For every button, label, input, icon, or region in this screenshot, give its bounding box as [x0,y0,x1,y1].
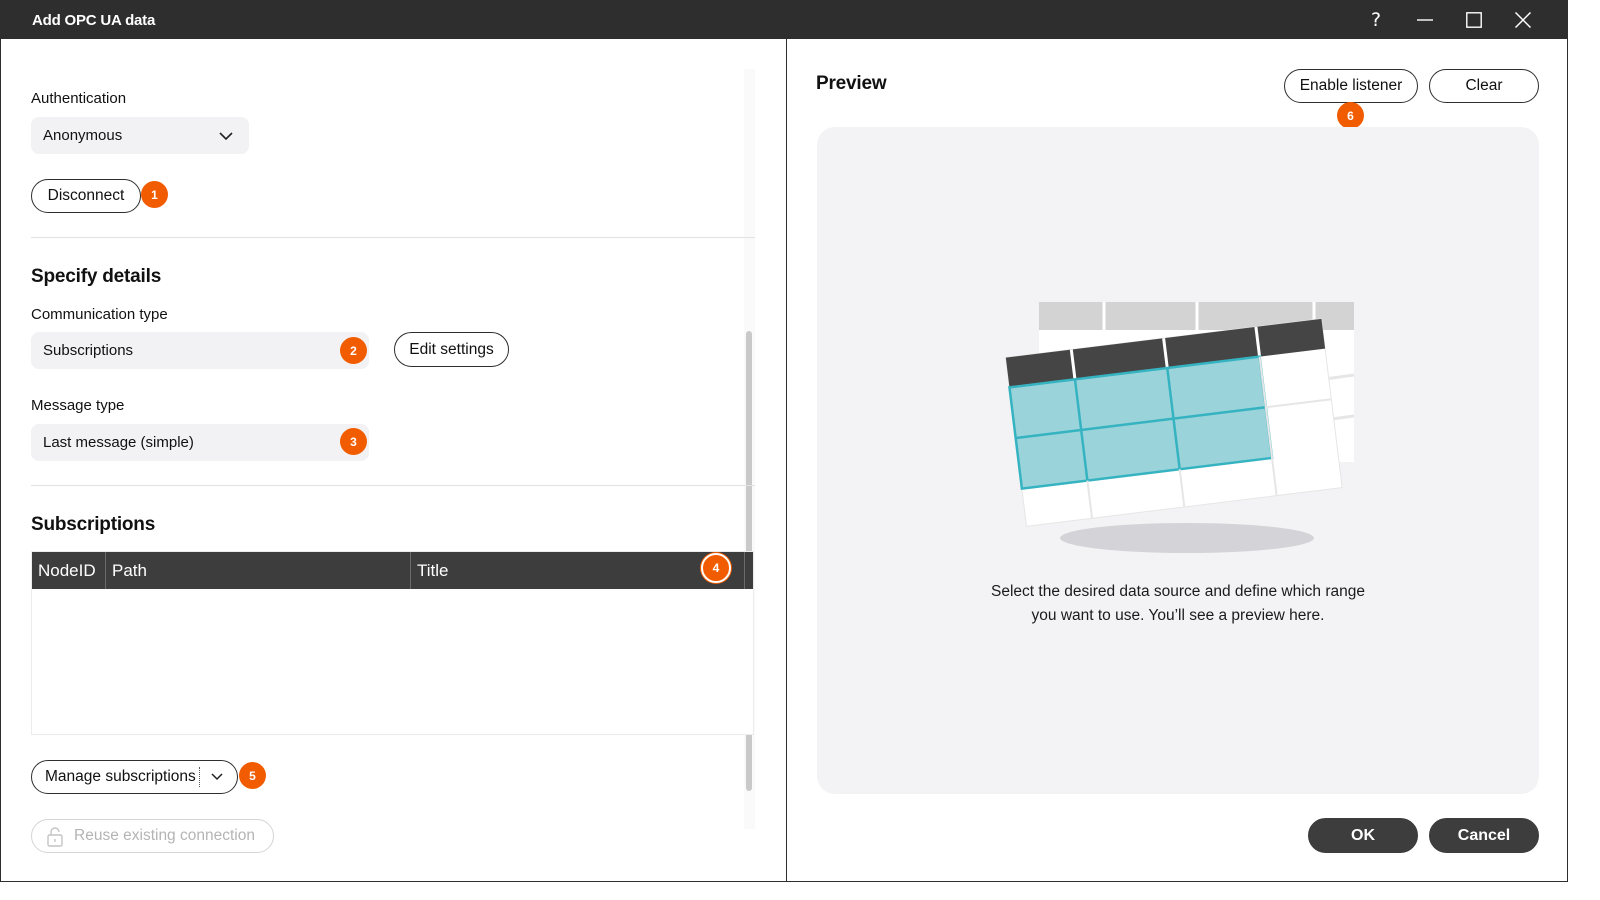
table-illustration [1005,302,1355,553]
manage-subscriptions-label: Manage subscriptions [45,768,196,785]
badge-number: 4 [712,561,720,575]
disconnect-button[interactable]: Disconnect [31,179,141,213]
preview-area: Select the desired data source and defin… [817,127,1539,794]
communication-type-select[interactable]: Subscriptions [31,332,369,369]
reuse-connection-label: Reuse existing connection [74,827,255,844]
cancel-label: Cancel [1457,826,1511,844]
preview-hint-line-2: you want to use. You’ll see a preview he… [1031,607,1325,624]
authentication-label: Authentication [31,90,127,107]
authentication-value: Anonymous [43,127,123,144]
preview-pane: Preview Enable listener 6 Clear Select t… [786,39,1568,882]
title-bar: Add OPC UA data ? [1,1,1567,39]
preview-heading: Preview [816,73,887,94]
chevron-down-icon[interactable] [211,773,223,781]
clear-label: Clear [1465,77,1503,94]
settings-pane: Authentication Anonymous Disconnect 1 Sp… [1,39,785,882]
minimize-button[interactable] [1401,1,1449,39]
section-divider [31,237,755,238]
close-icon [1515,12,1531,28]
callout-badge-6: 6 [1337,102,1364,129]
subscriptions-table: NodeID Path Title [31,551,754,735]
preview-hint-line-1: Select the desired data source and defin… [991,583,1365,600]
maximize-button[interactable] [1450,1,1498,39]
cancel-button[interactable]: Cancel [1429,818,1539,853]
communication-type-label: Communication type [31,306,168,323]
callout-badge-1: 1 [141,181,168,208]
window-title: Add OPC UA data [32,12,156,29]
ok-button[interactable]: OK [1308,818,1418,853]
edit-settings-button[interactable]: Edit settings [394,332,509,367]
split-divider [199,767,200,787]
callout-badge-2: 2 [340,337,367,364]
chevron-down-icon [219,131,233,140]
help-button[interactable]: ? [1352,1,1400,39]
edit-settings-label: Edit settings [409,340,494,358]
message-type-select[interactable]: Last message (simple) [31,424,369,461]
badge-number: 2 [350,343,357,358]
message-type-value: Last message (simple) [43,434,194,451]
minimize-icon [1417,19,1433,21]
reuse-connection-button: Reuse existing connection [31,819,274,853]
badge-number: 1 [151,187,158,202]
disconnect-label: Disconnect [47,187,125,204]
table-body [32,589,753,734]
dialog-window: Add OPC UA data ? Authentication Anonymo… [0,0,1568,882]
column-header-nodeid[interactable]: NodeID [32,552,106,589]
lock-icon [47,827,63,847]
maximize-icon [1466,12,1482,28]
badge-number: 3 [350,434,357,449]
column-header-title[interactable]: Title [411,552,745,589]
column-header-path[interactable]: Path [106,552,411,589]
authentication-select[interactable]: Anonymous [31,117,249,154]
subscriptions-heading: Subscriptions [31,514,156,535]
manage-subscriptions-button[interactable]: Manage subscriptions [31,760,238,794]
badge-number: 5 [249,768,256,783]
callout-badge-3: 3 [340,428,367,455]
close-button[interactable] [1499,1,1547,39]
clear-button[interactable]: Clear [1429,69,1539,103]
table-header: NodeID Path Title [32,552,753,589]
ok-label: OK [1351,826,1375,844]
communication-type-value: Subscriptions [43,342,134,359]
callout-badge-4: 4 [701,553,731,583]
section-divider [31,485,755,486]
enable-listener-button[interactable]: Enable listener [1284,69,1418,103]
message-type-label: Message type [31,397,125,414]
help-icon: ? [1370,9,1382,31]
specify-details-heading: Specify details [31,266,162,287]
callout-badge-5: 5 [239,762,266,789]
badge-number: 6 [1347,108,1354,123]
enable-listener-label: Enable listener [1299,77,1403,94]
